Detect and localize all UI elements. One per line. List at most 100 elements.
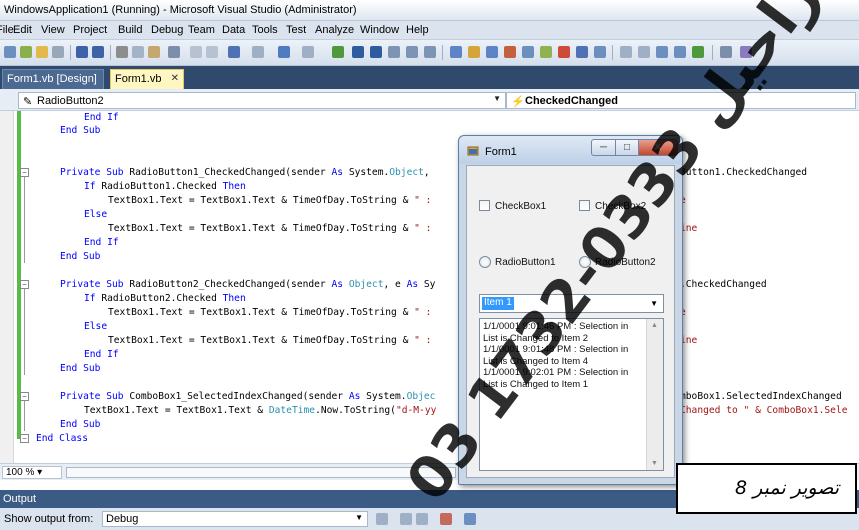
collapse-icon[interactable]: − <box>20 280 29 289</box>
toolbox-icon[interactable] <box>522 46 534 58</box>
menu-help[interactable]: Help <box>406 24 429 36</box>
menu-tools[interactable]: Tools <box>252 24 278 36</box>
find-message-icon[interactable] <box>376 513 388 525</box>
menu-window[interactable]: Window <box>360 24 399 36</box>
chevron-down-icon[interactable]: ▼ <box>650 299 658 308</box>
toolbar-options-icon[interactable] <box>720 46 732 58</box>
word-wrap-icon[interactable] <box>464 513 476 525</box>
code-line: End If <box>84 349 119 360</box>
minimize-button[interactable]: ─ <box>591 139 616 156</box>
scroll-down-icon[interactable]: ▼ <box>651 460 658 467</box>
menu-team[interactable]: Team <box>188 24 215 36</box>
code-editor[interactable]: − − − − End If End Sub Private Sub Radio… <box>0 111 859 463</box>
clear-all-icon[interactable] <box>440 513 452 525</box>
object-browser-icon[interactable] <box>504 46 516 58</box>
solution-explorer-icon[interactable] <box>468 46 480 58</box>
new-project-icon[interactable] <box>4 46 16 58</box>
paste-icon[interactable] <box>148 46 160 58</box>
changed-lines-marker <box>17 111 21 439</box>
add-existing-icon[interactable] <box>52 46 64 58</box>
code-navigation-bar: ✎ RadioButton2 ▼ ⚡ CheckedChanged <box>0 89 859 111</box>
break-all-icon[interactable] <box>352 46 364 58</box>
checkbox1[interactable] <box>479 200 490 211</box>
navigate-forward-icon[interactable] <box>302 46 314 58</box>
copy-icon[interactable] <box>132 46 144 58</box>
menu-project[interactable]: Project <box>73 24 107 36</box>
output-title: Output <box>3 493 37 505</box>
save-icon[interactable] <box>76 46 88 58</box>
outline-guide <box>24 171 25 263</box>
menu-build[interactable]: Build <box>118 24 142 36</box>
checkbox2-label[interactable]: CheckBox2 <box>595 201 646 212</box>
form1-window[interactable]: Form1 ─ □ ✕ CheckBox1 CheckBox2 RadioBut… <box>458 135 683 485</box>
start-page-icon[interactable] <box>594 46 606 58</box>
tab-order-icon[interactable] <box>692 46 704 58</box>
redo-icon[interactable] <box>252 46 264 58</box>
radiobutton1-label[interactable]: RadioButton1 <box>495 257 556 268</box>
toolbar-separator <box>712 45 713 60</box>
radiobutton1[interactable] <box>479 256 491 268</box>
find-in-files-icon[interactable] <box>450 46 462 58</box>
textbox-vertical-scrollbar[interactable]: ▲ ▼ <box>646 319 663 470</box>
vs-title-bar: WindowsApplication1 (Running) - Microsof… <box>0 0 859 21</box>
collapse-icon[interactable]: − <box>20 434 29 443</box>
add-item-icon[interactable] <box>20 46 32 58</box>
collapse-icon[interactable]: − <box>20 168 29 177</box>
menu-file[interactable]: File <box>0 24 14 36</box>
tab-form1-code[interactable]: Form1.vb ✕ <box>110 69 184 89</box>
chevron-down-icon[interactable]: ▼ <box>355 513 363 522</box>
menu-view[interactable]: View <box>41 24 65 36</box>
step-into-icon[interactable] <box>388 46 400 58</box>
output-window-icon[interactable] <box>576 46 588 58</box>
class-view-icon[interactable] <box>540 46 552 58</box>
menu-analyze[interactable]: Analyze <box>315 24 354 36</box>
output-source-dropdown[interactable]: Debug ▼ <box>102 511 368 527</box>
chevron-down-icon[interactable]: ▼ <box>493 94 501 103</box>
object-dropdown[interactable]: ✎ RadioButton2 ▼ <box>18 92 506 109</box>
find-icon[interactable] <box>168 46 180 58</box>
step-out-icon[interactable] <box>424 46 436 58</box>
form-client-area: CheckBox1 CheckBox2 RadioButton1 RadioBu… <box>466 165 675 478</box>
previous-message-icon[interactable] <box>400 513 412 525</box>
navigate-back-icon[interactable] <box>278 46 290 58</box>
combobox1[interactable]: Item 1 ▼ <box>479 294 664 313</box>
checkbox2[interactable] <box>579 200 590 211</box>
zoom-dropdown[interactable]: 100 % ▾ <box>2 466 62 479</box>
scroll-thumb[interactable] <box>66 467 456 478</box>
form-title: Form1 <box>485 146 517 158</box>
save-all-icon[interactable] <box>92 46 104 58</box>
error-list-icon[interactable] <box>558 46 570 58</box>
form-title-bar[interactable]: Form1 ─ □ ✕ <box>459 136 682 164</box>
align-icon[interactable] <box>638 46 650 58</box>
start-debug-icon[interactable] <box>332 46 344 58</box>
textbox1[interactable]: 1/1/0001 9:01:46 PM : Selection in List … <box>479 318 664 471</box>
menu-data[interactable]: Data <box>222 24 245 36</box>
open-file-icon[interactable] <box>36 46 48 58</box>
event-dropdown[interactable]: ⚡ CheckedChanged <box>506 92 856 109</box>
properties-icon[interactable] <box>486 46 498 58</box>
extensions-icon[interactable] <box>740 46 752 58</box>
close-icon[interactable]: ✕ <box>171 73 179 84</box>
collapse-icon[interactable]: − <box>20 392 29 401</box>
menu-debug[interactable]: Debug <box>151 24 183 36</box>
form-icon <box>467 146 479 156</box>
scroll-up-icon[interactable]: ▲ <box>651 322 658 329</box>
undo-icon[interactable] <box>228 46 240 58</box>
menu-test[interactable]: Test <box>286 24 306 36</box>
tab-form1-design[interactable]: Form1.vb [Design] <box>2 69 104 89</box>
cut-icon[interactable] <box>116 46 128 58</box>
uncomment-icon[interactable] <box>206 46 218 58</box>
stop-debug-icon[interactable] <box>370 46 382 58</box>
next-message-icon[interactable] <box>416 513 428 525</box>
comment-icon[interactable] <box>190 46 202 58</box>
maximize-button[interactable]: □ <box>615 139 639 156</box>
format-icon[interactable] <box>656 46 668 58</box>
order-icon[interactable] <box>674 46 686 58</box>
menu-edit[interactable]: Edit <box>13 24 32 36</box>
radiobutton2-label[interactable]: RadioButton2 <box>595 257 656 268</box>
radiobutton2[interactable] <box>579 256 591 268</box>
close-button[interactable]: ✕ <box>638 139 678 156</box>
layout-icon[interactable] <box>620 46 632 58</box>
checkbox1-label[interactable]: CheckBox1 <box>495 201 546 212</box>
step-over-icon[interactable] <box>406 46 418 58</box>
